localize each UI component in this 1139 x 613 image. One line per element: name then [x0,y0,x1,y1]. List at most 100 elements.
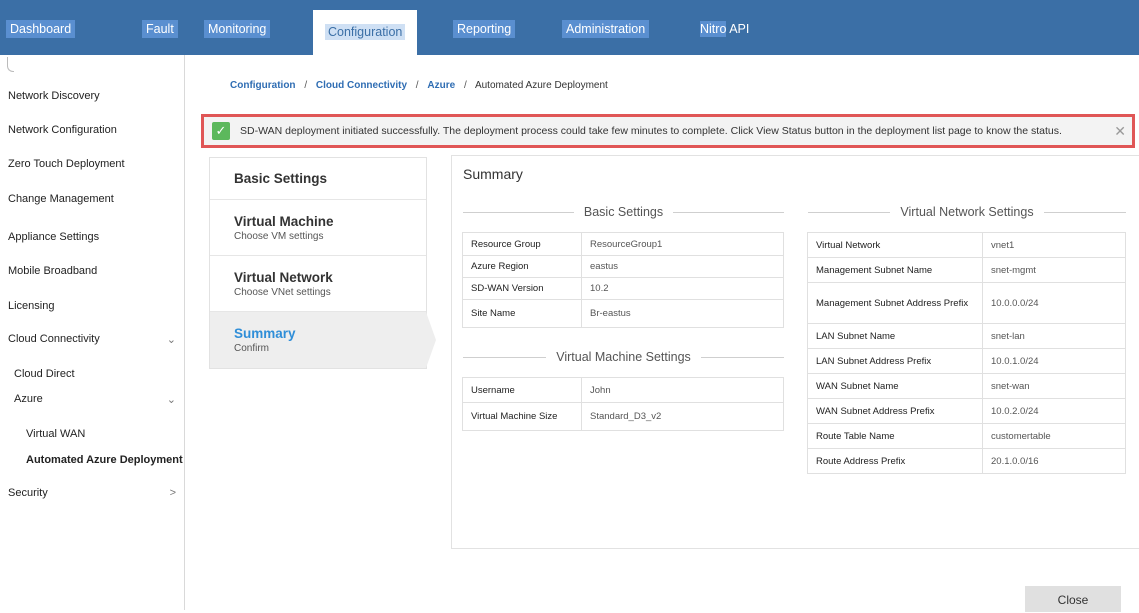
breadcrumb-azure[interactable]: Azure [427,80,455,91]
section-label: Basic Settings [583,205,664,219]
table-key: WAN Subnet Address Prefix [807,398,983,424]
step-title: Virtual Machine [234,214,334,229]
sidebar-item-label: Azure [14,393,43,405]
table-value: snet-wan [982,373,1126,399]
step-title: Virtual Network [234,270,333,285]
sidebar-item-network-discovery[interactable]: Network Discovery [8,90,100,102]
active-step-arrow [426,312,436,368]
table-value: ResourceGroup1 [581,232,784,256]
table-row: SD-WAN Version 10.2 [462,277,784,300]
table-value: snet-mgmt [982,257,1126,283]
chevron-down-icon[interactable]: ⌄ [167,333,176,346]
table-row: Management Subnet Address Prefix 10.0.0.0… [807,282,1126,324]
table-key: SD-WAN Version [462,277,582,300]
step-virtual-network[interactable]: Virtual Network Choose VNet settings [210,256,426,312]
table-key: Virtual Network [807,232,983,258]
notification-message: SD-WAN deployment initiated successfully… [240,125,1062,137]
nav-configuration-label: Configuration [325,24,406,40]
vnet-settings-table: Virtual Network vnet1 Management Subnet N… [807,232,1126,474]
sidebar-item-appliance-settings[interactable]: Appliance Settings [8,231,99,243]
table-value: 10.0.0.0/24 [982,282,1126,324]
sidebar-item-azure[interactable]: Azure ⌄ [14,393,176,406]
table-key: Route Address Prefix [807,448,983,474]
table-row: Site Name Br-eastus [462,299,784,328]
sidebar-item-automated-azure-deployment[interactable]: Automated Azure Deployment [26,454,183,466]
table-key: Virtual Machine Size [462,402,582,431]
table-row: LAN Subnet Name snet-lan [807,323,1126,349]
breadcrumb-separator: / [304,80,308,91]
table-row: Resource Group ResourceGroup1 [462,232,784,256]
table-value: 10.0.2.0/24 [982,398,1126,424]
sidebar-item-licensing[interactable]: Licensing [8,300,54,312]
vm-settings-heading: Virtual Machine Settings [463,350,785,364]
wizard-steps: Basic Settings Virtual Machine Choose VM… [209,157,436,369]
table-value: 20.1.0.0/16 [982,448,1126,474]
basic-settings-heading: Basic Settings [463,205,784,219]
nav-monitoring[interactable]: Monitoring [204,20,271,38]
table-row: Azure Region eastus [462,255,784,278]
table-key: Management Subnet Name [807,257,983,283]
nav-dashboard[interactable]: Dashboard [6,20,76,38]
table-value: snet-lan [982,323,1126,349]
summary-title: Summary [463,166,523,182]
nav-administration[interactable]: Administration [562,20,650,38]
chevron-down-icon[interactable]: ⌄ [167,393,176,406]
table-row: LAN Subnet Address Prefix 10.0.1.0/24 [807,348,1126,374]
table-key: Site Name [462,299,582,328]
sidebar-item-change-management[interactable]: Change Management [8,193,114,205]
step-virtual-machine[interactable]: Virtual Machine Choose VM settings [210,200,426,256]
table-row: Username John [462,377,784,403]
table-key: Resource Group [462,232,582,256]
table-key: Management Subnet Address Prefix [807,282,983,324]
step-basic-settings[interactable]: Basic Settings [210,158,426,200]
table-value: 10.0.1.0/24 [982,348,1126,374]
nav-api-label: API [729,22,750,36]
breadcrumb-configuration[interactable]: Configuration [230,80,296,91]
table-row: WAN Subnet Address Prefix 10.0.2.0/24 [807,398,1126,424]
table-key: Route Table Name [807,423,983,449]
sidebar-scroll-mark [7,57,14,72]
breadcrumb-separator: / [463,80,467,91]
table-row: Virtual Network vnet1 [807,232,1126,258]
check-icon: ✓ [212,122,230,140]
sidebar-item-zero-touch-deployment[interactable]: Zero Touch Deployment [8,158,125,170]
breadcrumb: Configuration / Cloud Connectivity / Azu… [230,80,608,91]
step-summary[interactable]: Summary Confirm [210,312,436,368]
nav-configuration[interactable]: Configuration [313,10,418,55]
table-value: 10.2 [581,277,784,300]
nav-nitro-api[interactable]: Nitro API [696,20,753,38]
success-notification: ✓ SD-WAN deployment initiated successful… [201,114,1135,148]
table-row: Route Table Name customertable [807,423,1126,449]
close-icon[interactable]: ✕ [1114,123,1126,140]
close-button[interactable]: Close [1025,586,1121,612]
breadcrumb-cloud-connectivity[interactable]: Cloud Connectivity [316,80,407,91]
step-title: Summary [234,326,296,341]
sidebar-item-mobile-broadband[interactable]: Mobile Broadband [8,265,97,277]
table-key: WAN Subnet Name [807,373,983,399]
table-value: Standard_D3_v2 [581,402,784,431]
table-value: eastus [581,255,784,278]
sidebar-item-cloud-direct[interactable]: Cloud Direct [14,368,75,380]
step-subtitle: Choose VNet settings [234,287,331,298]
sidebar-item-network-configuration[interactable]: Network Configuration [8,124,117,136]
section-label: Virtual Machine Settings [556,350,691,364]
table-row: Virtual Machine Size Standard_D3_v2 [462,402,784,431]
sidebar-item-cloud-connectivity[interactable]: Cloud Connectivity ⌄ [8,333,176,346]
top-nav: Dashboard Fault Monitoring Configuration… [0,0,1139,55]
table-key: LAN Subnet Name [807,323,983,349]
table-key: LAN Subnet Address Prefix [807,348,983,374]
sidebar-item-virtual-wan[interactable]: Virtual WAN [26,428,85,440]
step-subtitle: Confirm [234,343,270,354]
breadcrumb-current: Automated Azure Deployment [474,80,608,91]
table-row: Management Subnet Name snet-mgmt [807,257,1126,283]
sidebar-item-security[interactable]: Security > [8,487,176,499]
nav-fault[interactable]: Fault [142,20,178,38]
chevron-right-icon[interactable]: > [170,487,176,499]
breadcrumb-separator: / [415,80,419,91]
nav-reporting[interactable]: Reporting [453,20,516,38]
table-key: Username [462,377,582,403]
table-row: WAN Subnet Name snet-wan [807,373,1126,399]
table-key: Azure Region [462,255,582,278]
nav-nitro-label: Nitro [700,21,727,37]
sidebar: Network Discovery Network Configuration … [0,55,185,610]
